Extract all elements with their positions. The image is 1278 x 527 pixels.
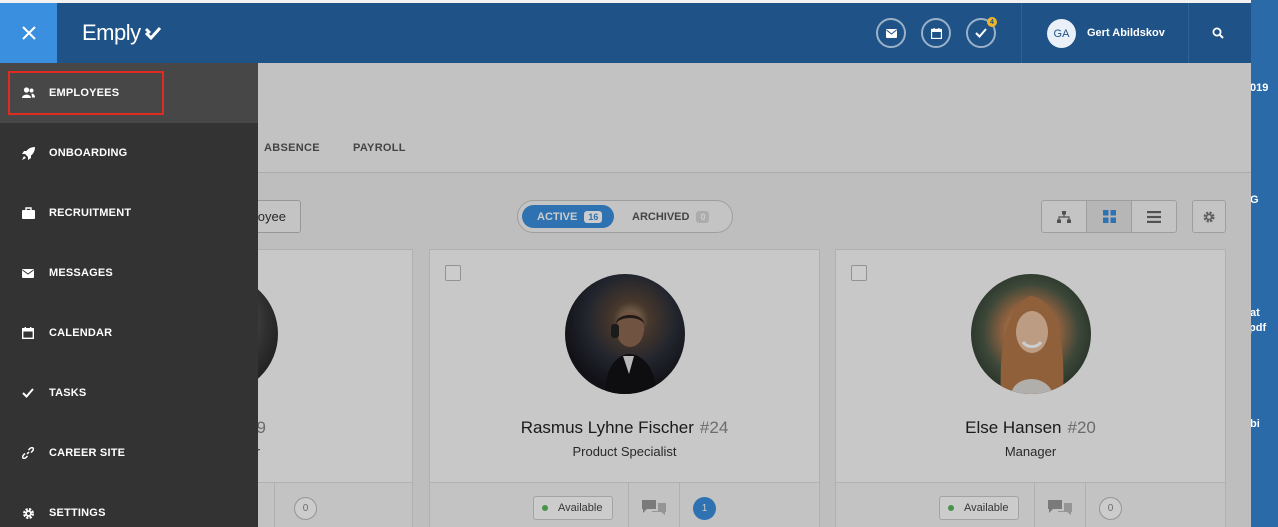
tasks-badge: 4 — [987, 17, 997, 27]
sidebar-item-onboarding[interactable]: ONBOARDING — [0, 123, 258, 183]
calendar-icon — [930, 27, 942, 39]
tasks-button[interactable]: 4 — [966, 17, 997, 48]
sidebar-item-label: CAREER SITE — [49, 447, 126, 459]
logo-text: Emply — [82, 20, 141, 45]
link-icon — [21, 446, 35, 460]
sidebar-item-settings[interactable]: SETTINGS — [0, 483, 258, 527]
desktop-file-label: at — [1250, 307, 1260, 319]
sidebar-item-messages[interactable]: MESSAGES — [0, 243, 258, 303]
check-icon — [21, 386, 35, 400]
calendar-button[interactable] — [921, 18, 951, 48]
desktop-file-label: bi — [1250, 418, 1260, 430]
calendar-icon — [21, 326, 35, 340]
sidebar-menu: EMPLOYEES ONBOARDING RECRUITMENT MESSAGE… — [0, 63, 258, 527]
sidebar-item-calendar[interactable]: CALENDAR — [0, 303, 258, 363]
selection-highlight — [8, 71, 164, 115]
search-icon — [1212, 27, 1224, 39]
sidebar-item-label: CALENDAR — [49, 327, 113, 339]
desktop-file-label: 019 — [1250, 82, 1269, 94]
logo-mark-icon — [144, 26, 161, 41]
desktop-file-label: G — [1250, 194, 1259, 206]
sidebar-item-career-site[interactable]: CAREER SITE — [0, 423, 258, 483]
briefcase-icon — [21, 206, 35, 220]
search-button[interactable] — [1212, 26, 1224, 44]
app-window: Emply 4 GA Gert Abildskov ABSENCE PAYROL… — [0, 0, 1251, 527]
messages-button[interactable] — [876, 18, 906, 48]
gear-icon — [21, 506, 35, 520]
top-header: Emply 4 GA Gert Abildskov — [0, 3, 1251, 63]
check-icon — [975, 28, 987, 38]
sidebar-item-recruitment[interactable]: RECRUITMENT — [0, 183, 258, 243]
sidebar-item-label: RECRUITMENT — [49, 207, 132, 219]
sidebar-item-employees[interactable]: EMPLOYEES — [0, 63, 258, 123]
avatar[interactable]: GA — [1047, 19, 1076, 48]
close-menu-button[interactable] — [0, 3, 57, 63]
mail-icon — [885, 28, 897, 38]
sidebar-item-label: TASKS — [49, 387, 87, 399]
desktop-background: 019 G at .pdf bi — [1246, 0, 1278, 527]
user-name[interactable]: Gert Abildskov — [1087, 27, 1165, 39]
sidebar-item-label: MESSAGES — [49, 267, 113, 279]
sidebar-item-label: SETTINGS — [49, 507, 106, 519]
sidebar-item-tasks[interactable]: TASKS — [0, 363, 258, 423]
app-logo[interactable]: Emply — [82, 20, 162, 46]
close-icon — [21, 26, 36, 40]
rocket-icon — [21, 146, 35, 160]
envelope-icon — [21, 266, 35, 280]
sidebar-item-label: ONBOARDING — [49, 147, 128, 159]
